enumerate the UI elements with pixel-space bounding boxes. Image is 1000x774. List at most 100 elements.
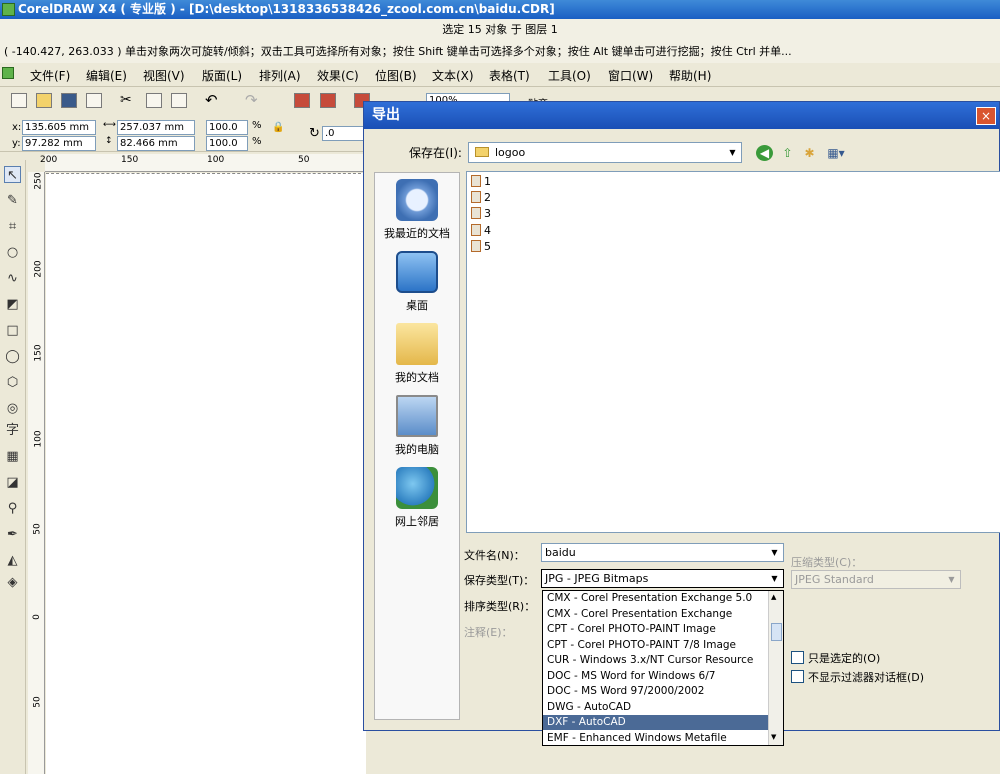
list-item[interactable]: CMX - Corel Presentation Exchange [543,607,768,622]
polygon-tool-icon[interactable]: ⬡ [4,374,21,391]
list-item[interactable]: 4 [471,224,491,237]
table-tool-icon[interactable]: ▦ [4,448,21,465]
save-in-label: 保存在(I): [409,146,462,160]
close-icon[interactable]: × [976,107,996,125]
zoom-tool-icon[interactable]: ○ [4,244,21,261]
y-position-field[interactable]: 97.282 mm [22,136,96,151]
back-icon[interactable]: ◀ [756,145,773,161]
open-icon[interactable] [36,93,52,108]
undo-icon[interactable]: ↶ [205,93,221,108]
menu-arrange[interactable]: 排列(A) [259,67,301,84]
save-in-combo[interactable]: logoo ▼ [468,142,742,163]
place-desktop[interactable]: 桌面 [375,251,459,313]
save-type-dropdown-list[interactable]: CMX - Corel Presentation Exchange 5.0 CM… [542,590,784,746]
new-folder-icon[interactable]: ✱ [801,145,818,161]
selected-only-checkbox[interactable] [791,651,804,664]
ruler-tick-label: 100 [207,155,225,165]
scale-x-field[interactable]: 100.0 [206,120,248,135]
scrollbar[interactable]: ▲ ▼ [768,591,783,745]
list-item-selected[interactable]: DXF - AutoCAD [543,715,768,730]
print-icon[interactable] [86,93,102,108]
list-item[interactable]: 1 [471,175,491,188]
smart-fill-icon[interactable]: ◩ [4,296,21,313]
import-icon[interactable] [294,93,310,108]
eyedropper-tool-icon[interactable]: ⚲ [4,500,21,517]
menu-edit[interactable]: 编辑(E) [86,67,127,84]
chevron-down-icon[interactable]: ▼ [768,545,781,560]
width-field[interactable]: 257.037 mm [117,120,195,135]
chevron-down-icon[interactable]: ▼ [726,145,739,160]
view-menu-icon[interactable]: ▦▾ [825,145,847,161]
file-name: 4 [484,224,491,237]
place-label: 我最近的文档 [384,227,450,240]
text-tool-icon[interactable]: 字 [4,422,21,439]
export-icon[interactable] [320,93,336,108]
list-item[interactable]: 5 [471,240,491,253]
menu-bitmaps[interactable]: 位图(B) [375,67,417,84]
menu-file[interactable]: 文件(F) [30,67,70,84]
list-item[interactable]: DWG - AutoCAD [543,700,768,715]
scale-y-field[interactable]: 100.0 [206,136,248,151]
place-network[interactable]: 网上邻居 [375,467,459,529]
up-folder-icon[interactable]: ⇧ [779,145,796,161]
list-item[interactable]: CPT - Corel PHOTO-PAINT Image [543,622,768,637]
paste-icon[interactable] [171,93,187,108]
scroll-up-icon[interactable]: ▲ [771,593,776,601]
list-item[interactable]: 2 [471,191,491,204]
outline-tool-icon[interactable]: ✒ [4,526,21,543]
place-my-computer[interactable]: 我的电脑 [375,395,459,457]
scroll-thumb[interactable] [771,623,782,641]
redo-icon[interactable]: ↷ [245,93,261,108]
filename-field[interactable]: baidu ▼ [541,543,784,562]
my-computer-icon [396,395,438,437]
shape-tool-icon[interactable]: ✎ [4,192,21,209]
menu-view[interactable]: 视图(V) [143,67,185,84]
ellipse-tool-icon[interactable]: ◯ [4,348,21,365]
freehand-tool-icon[interactable]: ∿ [4,270,21,287]
no-filter-dialog-checkbox[interactable] [791,670,804,683]
place-recent[interactable]: 我最近的文档 [375,179,459,241]
menu-help[interactable]: 帮助(H) [669,67,711,84]
lock-ratio-icon[interactable]: 🔒 [272,122,284,133]
rotation-angle-field[interactable]: .0 [322,126,364,141]
basic-shapes-icon[interactable]: ◎ [4,400,21,417]
document-menu-icon[interactable] [2,67,14,79]
new-icon[interactable] [11,93,27,108]
list-item[interactable]: CMX - Corel Presentation Exchange 5.0 [543,591,768,606]
compression-type-combo[interactable]: JPEG Standard ▼ [791,570,961,589]
menu-tools[interactable]: 工具(O) [548,67,591,84]
menu-table[interactable]: 表格(T) [489,67,530,84]
list-item[interactable]: CPT - Corel PHOTO-PAINT 7/8 Image [543,638,768,653]
filename-label: 文件名(N)： [464,549,525,562]
drawing-canvas[interactable] [46,173,366,774]
x-label: x: [12,122,22,133]
height-field[interactable]: 82.466 mm [117,136,195,151]
file-list[interactable]: 1 2 3 4 5 [466,171,1000,533]
ruler-tick-label: 200 [40,155,58,165]
interactive-fill-icon[interactable]: ◈ [4,574,21,591]
fill-tool-icon[interactable]: ◭ [4,552,21,569]
cut-icon[interactable]: ✂ [120,93,136,108]
list-item[interactable]: EMF - Enhanced Windows Metafile [543,731,768,746]
list-item[interactable]: DOC - MS Word for Windows 6/7 [543,669,768,684]
menu-layout[interactable]: 版面(L) [202,67,242,84]
copy-icon[interactable] [146,93,162,108]
save-type-combo[interactable]: JPG - JPEG Bitmaps ▼ [541,569,784,588]
menu-text[interactable]: 文本(X) [432,67,474,84]
menu-effects[interactable]: 效果(C) [317,67,359,84]
place-my-documents[interactable]: 我的文档 [375,323,459,385]
scroll-down-icon[interactable]: ▼ [771,733,776,741]
list-item[interactable]: CUR - Windows 3.x/NT Cursor Resource [543,653,768,668]
menu-window[interactable]: 窗口(W) [608,67,653,84]
save-icon[interactable] [61,93,77,108]
list-item[interactable]: 3 [471,207,491,220]
crop-tool-icon[interactable]: ⌗ [4,218,21,235]
x-position-field[interactable]: 135.605 mm [22,120,96,135]
rectangle-tool-icon[interactable]: □ [4,322,21,339]
chevron-down-icon[interactable]: ▼ [768,571,781,586]
interactive-tool-icon[interactable]: ◪ [4,474,21,491]
list-item[interactable]: DOC - MS Word 97/2000/2002 [543,684,768,699]
height-icon: ↕ [105,136,113,146]
chevron-down-icon[interactable]: ▼ [945,572,958,587]
pick-tool-icon[interactable]: ↖ [4,166,21,183]
